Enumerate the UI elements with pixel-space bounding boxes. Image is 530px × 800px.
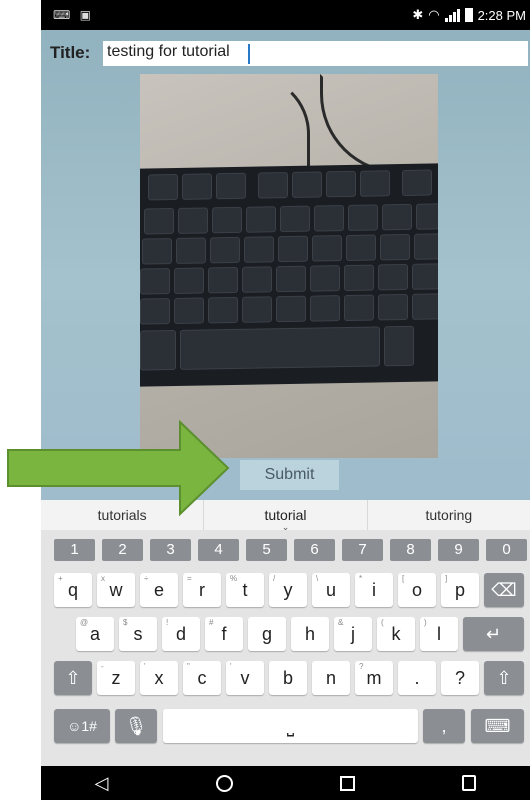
status-time: 2:28 PM — [477, 7, 526, 23]
shift-icon: ⇧ — [65, 668, 81, 688]
key-letter[interactable]: ? m — [355, 661, 393, 695]
key-letter[interactable]: " c — [183, 661, 221, 695]
key-comma[interactable]: , — [423, 709, 465, 743]
photo-keyboard — [140, 163, 438, 387]
key-5[interactable]: 5 — [246, 539, 287, 561]
submit-button[interactable]: Submit — [240, 460, 339, 490]
key-letter[interactable]: \ u — [312, 573, 350, 607]
app-screen: ⌨ ▣ ✱ ◠ 2:28 PM Title: testing for tutor… — [41, 0, 530, 800]
wifi-icon: ◠ — [428, 7, 440, 22]
backspace-icon: ⌫ — [491, 580, 517, 600]
enter-icon: ↵ — [485, 624, 502, 644]
key-0[interactable]: 0 — [486, 539, 527, 561]
title-label: Title: — [50, 43, 91, 62]
key-letter[interactable]: [o — [398, 573, 436, 607]
recent-apps-icon[interactable] — [340, 775, 356, 791]
key-letter[interactable]: ÷ e — [140, 573, 178, 607]
key-letter[interactable]: -z — [97, 661, 135, 695]
photo-cable — [250, 74, 310, 169]
symbols-key[interactable]: ☺1# — [54, 709, 110, 743]
key-letter[interactable]: ) l — [420, 617, 458, 651]
key-letter[interactable]: # f — [205, 617, 243, 651]
status-left-icons: ⌨ ▣ — [53, 8, 91, 22]
bluetooth-icon: ✱ — [412, 7, 424, 22]
key-letter[interactable]: % t — [226, 573, 264, 607]
title-input[interactable]: testing for tutorial — [103, 41, 528, 66]
key-question[interactable]: ? — [441, 661, 479, 695]
keyboard-photo — [140, 74, 438, 458]
key-8[interactable]: 8 — [390, 539, 431, 561]
keyboard-icon: ⌨ — [53, 8, 71, 22]
key-letter[interactable]: = r — [183, 573, 221, 607]
microphone-key[interactable]: 🎙 — [115, 709, 157, 743]
keyboard-icon: ⌨ — [484, 716, 511, 736]
key-letter[interactable]: ' v — [226, 661, 264, 695]
key-letter[interactable]: xw — [97, 573, 135, 607]
status-bar: ⌨ ▣ ✱ ◠ 2:28 PM — [41, 0, 530, 30]
shift-key-left[interactable]: ⇧ — [54, 661, 92, 695]
back-icon[interactable]: ◁ — [95, 773, 109, 794]
title-row: Title: testing for tutorial — [41, 36, 530, 68]
key-letter[interactable]: b — [269, 661, 307, 695]
key-7[interactable]: 7 — [342, 539, 383, 561]
keyboard-switch-key[interactable]: ⌨ — [471, 709, 524, 743]
key-4[interactable]: 4 — [198, 539, 239, 561]
text-cursor — [248, 44, 250, 64]
key-letter[interactable]: ' x — [140, 661, 178, 695]
suggestion-item[interactable]: tutoring — [366, 500, 530, 530]
key-6[interactable]: 6 — [294, 539, 335, 561]
key-letter[interactable]: n — [312, 661, 350, 695]
key-letter[interactable]: g — [248, 617, 286, 651]
key-letter[interactable]: (k — [377, 617, 415, 651]
key-letter[interactable]: h — [291, 617, 329, 651]
key-letter[interactable]: ] p — [441, 573, 479, 607]
battery-icon — [464, 8, 473, 22]
key-2[interactable]: 2 — [102, 539, 143, 561]
key-9[interactable]: 9 — [438, 539, 479, 561]
key-letter[interactable]: & j — [334, 617, 372, 651]
key-letter[interactable]: @ a — [76, 617, 114, 651]
key-letter[interactable]: ! d — [162, 617, 200, 651]
soft-keyboard: 1 2 3 4 5 6 7 8 9 0 + q xw ÷ e = r % t / y \ u… — [41, 530, 530, 766]
key-letter[interactable]: * i — [355, 573, 393, 607]
signal-icon — [444, 8, 460, 22]
shift-icon: ⇧ — [496, 668, 512, 688]
dual-window-icon[interactable] — [462, 775, 477, 791]
key-letter[interactable]: / y — [269, 573, 307, 607]
navigation-bar: ◁ — [41, 766, 530, 800]
microphone-icon: 🎙 — [124, 716, 148, 736]
shift-key-right[interactable]: ⇧ — [484, 661, 524, 695]
key-letter[interactable]: + q — [54, 573, 92, 607]
key-3[interactable]: 3 — [150, 539, 191, 561]
key-1[interactable]: 1 — [54, 539, 95, 561]
space-icon: ⎵ — [286, 716, 295, 736]
key-period[interactable]: . — [398, 661, 436, 695]
enter-key[interactable]: ↵ — [463, 617, 524, 651]
backspace-key[interactable]: ⌫ — [484, 573, 524, 607]
photo-cable — [320, 74, 438, 174]
notification-icon: ▣ — [79, 8, 92, 22]
green-arrow-annotation — [7, 419, 230, 517]
home-icon[interactable] — [215, 774, 233, 792]
space-key[interactable]: ⎵ — [163, 709, 418, 743]
key-letter[interactable]: $ s — [119, 617, 157, 651]
arrow-shape — [7, 419, 230, 517]
